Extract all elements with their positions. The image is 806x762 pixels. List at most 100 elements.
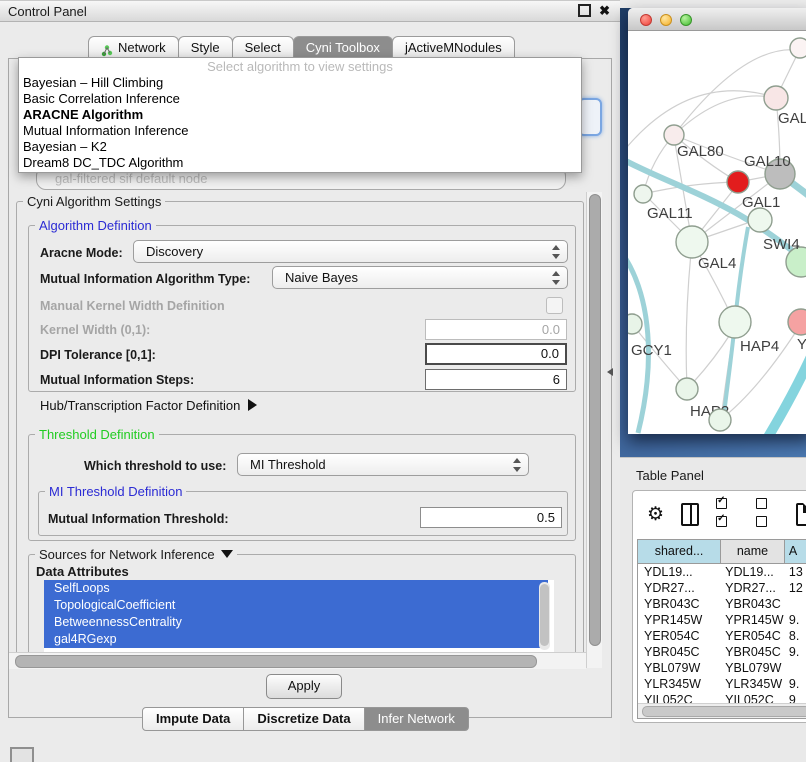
attribute-list-item[interactable]: TopologicalCoefficient — [44, 597, 548, 614]
table-cell: YDL19... — [721, 564, 785, 580]
table-row[interactable]: YBR043CYBR043C — [638, 596, 806, 612]
attribute-list-item[interactable]: SelfLoops — [44, 580, 548, 597]
tab-discretize-data[interactable]: Discretize Data — [243, 707, 364, 731]
tab-network[interactable]: Network — [88, 36, 179, 59]
network-node[interactable] — [676, 378, 698, 400]
cyni-algorithm-settings-title: Cyni Algorithm Settings — [23, 194, 165, 209]
manual-kernel-checkbox[interactable] — [546, 297, 563, 314]
table-row[interactable]: YDR27...YDR27...12 — [638, 580, 806, 596]
network-canvas[interactable]: GALGAL80GAL10GAL1GAL11GAL4SWI4GCY1HAP4YH… — [628, 31, 806, 434]
node-label: GAL1 — [742, 194, 780, 211]
table-row[interactable]: YPR145WYPR145W9. — [638, 612, 806, 628]
close-panel-icon[interactable]: ✖ — [599, 4, 610, 17]
network-node[interactable] — [788, 309, 806, 335]
mi-type-label: Mutual Information Algorithm Type: — [40, 272, 250, 286]
table-cell: YBR045C — [638, 644, 721, 660]
settings-vertical-scrollbar[interactable] — [586, 192, 602, 668]
attribute-list-item[interactable]: BetweennessCentrality — [44, 614, 548, 631]
node-label: GCY1 — [631, 342, 672, 359]
table-body: YDL19...YDL19...13YDR27...YDR27...12YBR0… — [638, 564, 806, 708]
file-icon[interactable] — [796, 503, 806, 526]
table-row[interactable]: YBR045CYBR045C9. — [638, 644, 806, 660]
data-attributes-label: Data Attributes — [36, 564, 129, 579]
table-row[interactable]: YER054CYER054C8. — [638, 628, 806, 644]
mi-threshold-title: MI Threshold Definition — [45, 484, 186, 499]
tab-cyni-toolbox[interactable]: Cyni Toolbox — [293, 36, 393, 59]
table-cell: YPR145W — [721, 612, 785, 628]
network-node[interactable] — [634, 185, 652, 203]
table-horizontal-scrollbar[interactable] — [638, 703, 806, 718]
network-node[interactable] — [664, 125, 684, 145]
algorithm-option[interactable]: Dream8 DC_TDC Algorithm — [19, 155, 581, 171]
zoom-window-icon[interactable] — [680, 14, 692, 26]
which-threshold-label: Which threshold to use: — [84, 459, 226, 473]
tab-jactivemnodules[interactable]: jActiveMNodules — [392, 36, 515, 59]
table-row[interactable]: YLR345WYLR345W9. — [638, 676, 806, 692]
network-node[interactable] — [790, 38, 806, 58]
algorithm-option[interactable]: Basic Correlation Inference — [19, 91, 581, 107]
list-scrollbar[interactable] — [539, 582, 550, 650]
table-toolbar: ⚙ — [633, 491, 806, 537]
column-header[interactable]: A — [785, 540, 806, 563]
splitter-collapse-icon[interactable] — [607, 368, 613, 376]
algorithm-option[interactable]: Bayesian – Hill Climbing — [19, 75, 581, 91]
table-cell: YPR145W — [638, 612, 721, 628]
apply-button[interactable]: Apply — [266, 674, 342, 699]
tab-style[interactable]: Style — [178, 36, 233, 59]
table-row[interactable]: YDL19...YDL19...13 — [638, 564, 806, 580]
mi-steps-field[interactable]: 6 — [425, 369, 567, 390]
network-node[interactable] — [676, 226, 708, 258]
stepper-icon — [513, 458, 522, 472]
algorithm-option[interactable]: ARACNE Algorithm — [19, 107, 581, 123]
network-node[interactable] — [764, 86, 788, 110]
select-all-columns-icon[interactable] — [716, 496, 739, 532]
data-attributes-list[interactable]: SelfLoopsTopologicalCoefficientBetweenne… — [44, 580, 554, 652]
sources-title[interactable]: Sources for Network Inference — [35, 547, 237, 562]
network-node[interactable] — [727, 171, 749, 193]
settings-horizontal-scrollbar[interactable] — [9, 652, 586, 669]
control-panel-titlebar: Control Panel ✖ — [0, 0, 620, 22]
mi-threshold-field[interactable]: 0.5 — [420, 507, 562, 528]
table-cell — [785, 660, 806, 676]
hub-definition-toggle[interactable]: Hub/Transcription Factor Definition — [40, 398, 257, 413]
threshold-definition-title: Threshold Definition — [35, 427, 159, 442]
table-row[interactable]: YBL079WYBL079W — [638, 660, 806, 676]
network-nodes[interactable]: GALGAL80GAL10GAL1GAL11GAL4SWI4GCY1HAP4YH… — [628, 38, 806, 431]
close-window-icon[interactable] — [640, 14, 652, 26]
settings-scroll-area: Cyni Algorithm Settings Algorithm Defini… — [9, 192, 586, 652]
kernel-width-field[interactable]: 0.0 — [425, 319, 567, 340]
column-header[interactable]: name — [721, 540, 785, 563]
algorithm-option[interactable]: Bayesian – K2 — [19, 139, 581, 155]
gear-icon[interactable]: ⚙ — [647, 505, 664, 524]
network-node[interactable] — [748, 208, 772, 232]
network-node[interactable] — [628, 314, 642, 334]
table-cell: 8. — [785, 628, 806, 644]
tab-select[interactable]: Select — [232, 36, 294, 59]
tab-infer-network[interactable]: Infer Network — [364, 707, 469, 731]
columns-icon[interactable] — [681, 503, 699, 526]
algorithm-option[interactable]: Mutual Information Inference — [19, 123, 581, 139]
aracne-mode-combo[interactable]: Discovery — [133, 240, 568, 263]
minimized-panel-icon[interactable] — [10, 747, 34, 762]
tab-impute-data[interactable]: Impute Data — [142, 707, 244, 731]
deselect-all-columns-icon[interactable] — [756, 496, 779, 532]
network-icon — [101, 42, 113, 54]
node-label: GAL4 — [698, 255, 736, 272]
mi-steps-label: Mutual Information Steps: — [40, 373, 194, 387]
network-view-window[interactable]: GALGAL80GAL10GAL1GAL11GAL4SWI4GCY1HAP4YH… — [628, 8, 806, 434]
attribute-list-item[interactable]: gal4RGexp — [44, 631, 548, 648]
node-label: Y — [797, 336, 806, 353]
table-cell: 9. — [785, 612, 806, 628]
network-node[interactable] — [709, 409, 731, 431]
which-threshold-combo[interactable]: MI Threshold — [237, 453, 529, 476]
float-panel-icon[interactable] — [578, 4, 591, 17]
collapsed-arrow-icon — [248, 399, 257, 411]
cyni-bottom-tabs: Impute Data Discretize Data Infer Networ… — [143, 707, 469, 729]
minimize-window-icon[interactable] — [660, 14, 672, 26]
node-label: HAP4 — [740, 338, 779, 355]
mi-type-combo[interactable]: Naive Bayes — [272, 266, 568, 289]
algorithm-dropdown-placeholder: Select algorithm to view settings — [19, 58, 581, 75]
network-node[interactable] — [719, 306, 751, 338]
column-header[interactable]: shared... — [638, 540, 721, 563]
dpi-tolerance-field[interactable]: 0.0 — [425, 343, 567, 365]
